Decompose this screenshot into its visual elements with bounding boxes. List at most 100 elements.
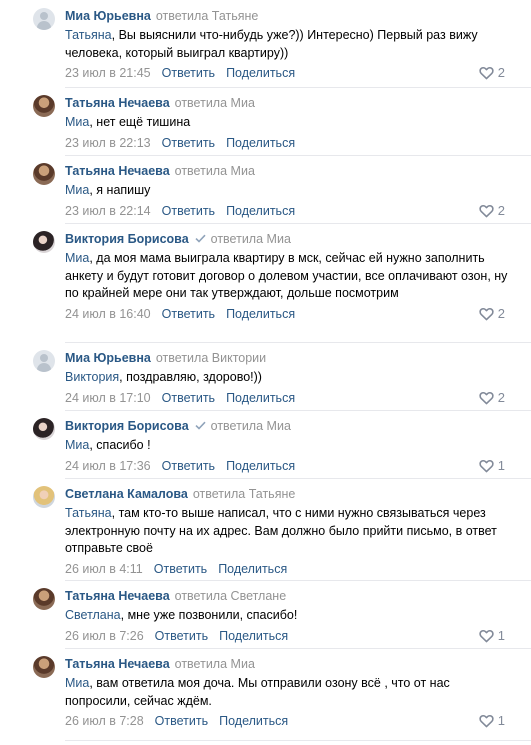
comment-text: Миа, спасибо ! <box>65 437 511 455</box>
reply-addressee-link[interactable]: Миа <box>267 232 291 246</box>
reply-addressee-link[interactable]: Миа <box>231 96 255 110</box>
reply-verb: ответила <box>174 96 228 110</box>
share-button[interactable]: Поделиться <box>226 307 295 321</box>
avatar[interactable] <box>33 163 55 185</box>
share-button[interactable]: Поделиться <box>219 629 288 643</box>
reply-addressee-link[interactable]: Татьяне <box>212 9 259 23</box>
author-name-link[interactable]: Татьяна Нечаева <box>65 657 170 671</box>
author-name-link[interactable]: Виктория Борисова <box>65 232 189 246</box>
comment-text: Татьяна, там кто-то выше написал, что с … <box>65 505 511 558</box>
heart-outline-icon <box>479 204 494 222</box>
reply-button[interactable]: Ответить <box>155 714 208 728</box>
comment-date-link[interactable]: 26 июл в 7:26 <box>65 629 144 643</box>
reply-addressee-link[interactable]: Миа <box>231 657 255 671</box>
reply-button[interactable]: Ответить <box>155 629 208 643</box>
comment-header: Татьяна Нечаева ответила Миа <box>65 656 511 672</box>
verified-icon <box>195 419 206 435</box>
reply-button[interactable]: Ответить <box>162 66 215 80</box>
reply-to-label: ответила Миа <box>175 657 255 671</box>
reply-button[interactable]: Ответить <box>162 459 215 473</box>
mention-link[interactable]: Миа <box>65 183 89 197</box>
comment-divider <box>65 580 531 581</box>
heart-outline-icon <box>479 714 494 732</box>
author-name-link[interactable]: Миа Юрьевна <box>65 351 151 365</box>
comment-meta: 23 июл в 21:45 Ответить Поделиться <box>65 65 511 81</box>
comment-meta: 26 июл в 7:28 Ответить Поделиться <box>65 713 511 729</box>
comment-date-link[interactable]: 23 июл в 21:45 <box>65 66 151 80</box>
mention-link[interactable]: Светлана <box>65 608 121 622</box>
comment-text: Светлана, мне уже позвонили, спасибо! <box>65 607 511 625</box>
like-count: 2 <box>497 390 505 405</box>
comment-date-link[interactable]: 24 июл в 16:40 <box>65 307 151 321</box>
author-name-link[interactable]: Татьяна Нечаева <box>65 96 170 110</box>
comment-message: , мне уже позвонили, спасибо! <box>120 608 298 622</box>
mention-link[interactable]: Виктория <box>65 370 119 384</box>
comment-meta: 24 июл в 17:10 Ответить Поделиться <box>65 390 511 406</box>
avatar[interactable] <box>33 418 55 440</box>
like-button[interactable]: 1 <box>479 628 505 644</box>
author-name-link[interactable]: Виктория Борисова <box>65 419 189 433</box>
like-count: 2 <box>497 203 505 218</box>
comment-message: , я напишу <box>89 183 151 197</box>
comment-divider <box>65 740 531 741</box>
heart-outline-icon <box>479 459 494 477</box>
comment-body: Татьяна Нечаева ответила Миа Миа, нет ещё … <box>65 95 511 151</box>
reply-verb: ответила <box>155 9 209 23</box>
reply-button[interactable]: Ответить <box>162 391 215 405</box>
comment-date-link[interactable]: 26 июл в 7:28 <box>65 714 144 728</box>
like-button[interactable]: 1 <box>479 713 505 729</box>
comment-header: Миа Юрьевна ответила Виктории <box>65 350 511 366</box>
comment-body: Татьяна Нечаева ответила Миа Миа, я напишу… <box>65 163 511 219</box>
comment-date-link[interactable]: 24 июл в 17:10 <box>65 391 151 405</box>
author-name-link[interactable]: Татьяна Нечаева <box>65 589 170 603</box>
comment-date-link[interactable]: 23 июл в 22:13 <box>65 136 151 150</box>
avatar[interactable] <box>33 656 55 678</box>
reply-addressee-link[interactable]: Светлане <box>231 589 287 603</box>
comment-text: Миа, я напишу <box>65 182 511 200</box>
reply-button[interactable]: Ответить <box>154 562 207 576</box>
comment-message: , Вы выяснили что-нибудь уже?)) Интересн… <box>65 28 478 60</box>
mention-link[interactable]: Миа <box>65 115 89 129</box>
comment-date-link[interactable]: 23 июл в 22:14 <box>65 204 151 218</box>
share-button[interactable]: Поделиться <box>226 136 295 150</box>
avatar[interactable] <box>33 486 55 508</box>
reply-addressee-link[interactable]: Татьяне <box>249 487 296 501</box>
reply-button[interactable]: Ответить <box>162 136 215 150</box>
comment-date-link[interactable]: 24 июл в 17:36 <box>65 459 151 473</box>
mention-link[interactable]: Татьяна <box>65 28 112 42</box>
reply-addressee-link[interactable]: Миа <box>231 164 255 178</box>
comment-meta: 23 июл в 22:14 Ответить Поделиться <box>65 203 511 219</box>
reply-button[interactable]: Ответить <box>162 204 215 218</box>
avatar[interactable] <box>33 350 55 372</box>
avatar[interactable] <box>33 588 55 610</box>
share-button[interactable]: Поделиться <box>218 562 287 576</box>
mention-link[interactable]: Татьяна <box>65 506 112 520</box>
like-count: 1 <box>497 458 505 473</box>
reply-addressee-link[interactable]: Виктории <box>212 351 266 365</box>
like-button[interactable]: 2 <box>479 65 505 81</box>
reply-to-label: ответила Миа <box>175 96 255 110</box>
like-button[interactable]: 1 <box>479 458 505 474</box>
like-button[interactable]: 2 <box>479 390 505 406</box>
share-button[interactable]: Поделиться <box>226 391 295 405</box>
share-button[interactable]: Поделиться <box>219 714 288 728</box>
comment-divider <box>65 342 531 343</box>
mention-link[interactable]: Миа <box>65 438 89 452</box>
reply-addressee-link[interactable]: Миа <box>267 419 291 433</box>
comment-feed: Миа Юрьевна ответила Татьяне Татьяна, Вы в… <box>0 0 531 745</box>
author-name-link[interactable]: Татьяна Нечаева <box>65 164 170 178</box>
author-name-link[interactable]: Миа Юрьевна <box>65 9 151 23</box>
avatar[interactable] <box>33 95 55 117</box>
like-button[interactable]: 2 <box>479 306 505 322</box>
share-button[interactable]: Поделиться <box>226 204 295 218</box>
share-button[interactable]: Поделиться <box>226 459 295 473</box>
mention-link[interactable]: Миа <box>65 676 89 690</box>
mention-link[interactable]: Миа <box>65 251 89 265</box>
like-button[interactable]: 2 <box>479 203 505 219</box>
avatar[interactable] <box>33 8 55 30</box>
reply-button[interactable]: Ответить <box>162 307 215 321</box>
share-button[interactable]: Поделиться <box>226 66 295 80</box>
comment-date-link[interactable]: 26 июл в 4:11 <box>65 562 143 576</box>
author-name-link[interactable]: Светлана Камалова <box>65 487 188 501</box>
avatar[interactable] <box>33 231 55 253</box>
